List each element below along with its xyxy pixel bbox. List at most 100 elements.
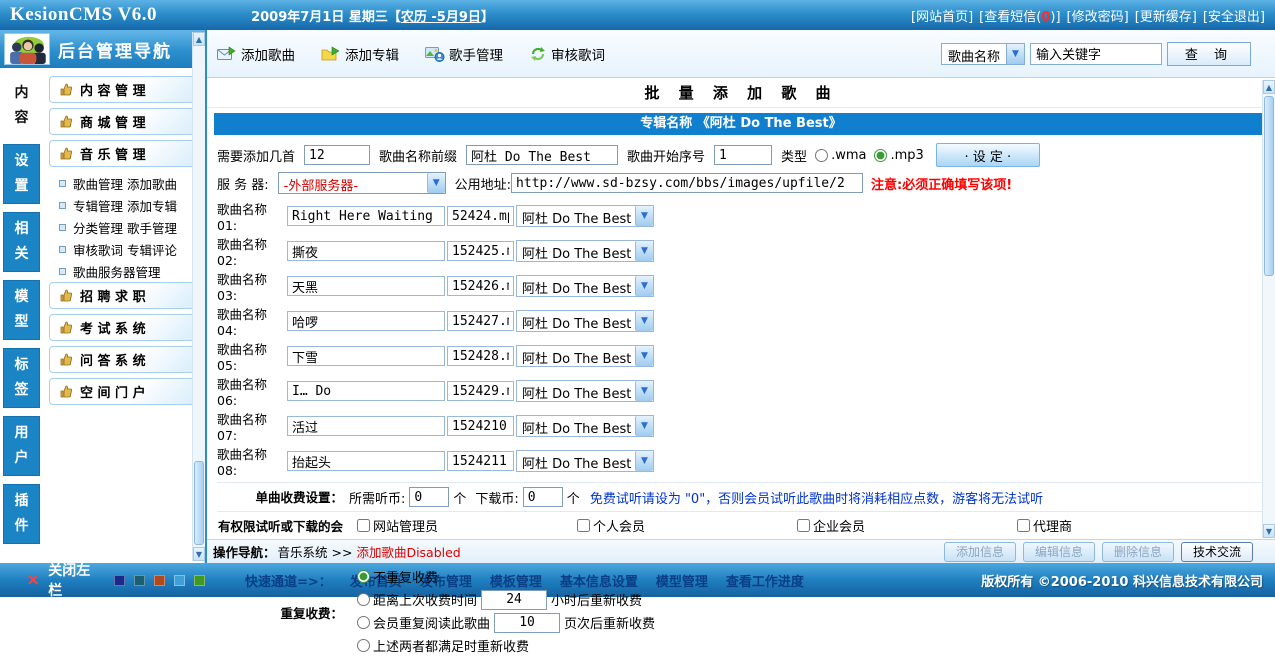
menu-music-manage[interactable]: 音 乐 管 理 <box>49 140 201 167</box>
search-keyword-input[interactable] <box>1030 43 1162 65</box>
listen-coin-input[interactable] <box>409 487 449 507</box>
song-album-select[interactable]: 阿杜 Do The Best▼ <box>516 275 654 297</box>
song-file-input[interactable] <box>447 206 514 226</box>
repeat-none-radio[interactable] <box>357 570 370 583</box>
song-name-input[interactable] <box>287 416 445 436</box>
scroll-down-icon[interactable]: ▼ <box>1263 524 1275 538</box>
menu-exam-system[interactable]: 考 试 系 统 <box>49 314 201 341</box>
view-sms-link[interactable]: [查看短信(0)] <box>979 6 1060 25</box>
menu-qa-system[interactable]: 问 答 系 统 <box>49 346 201 373</box>
add-info-button[interactable]: 添加信息 <box>944 542 1016 562</box>
song-file-input[interactable] <box>447 381 514 401</box>
song-album-select[interactable]: 阿杜 Do The Best▼ <box>516 415 654 437</box>
song-file-input[interactable] <box>447 241 514 261</box>
song-album-select[interactable]: 阿杜 Do The Best▼ <box>516 240 654 262</box>
song-album-select[interactable]: 阿杜 Do The Best▼ <box>516 205 654 227</box>
sidebar-tab-related[interactable]: 相关 <box>3 212 40 272</box>
song-album-select[interactable]: 阿杜 Do The Best▼ <box>516 450 654 472</box>
content-scroll-track[interactable] <box>1263 94 1275 524</box>
group-admin-checkbox[interactable] <box>357 519 370 532</box>
sidebar-tab-models[interactable]: 模型 <box>3 280 40 340</box>
sidebar-scroll-thumb[interactable] <box>194 461 204 545</box>
sidebar-tab-content[interactable]: 内容 <box>3 76 40 136</box>
song-count-input[interactable] <box>304 145 370 165</box>
toolbar-review-lyrics[interactable]: 审核歌词 <box>529 44 605 64</box>
search-query-button[interactable]: 查 询 <box>1167 42 1251 66</box>
refresh-cache-link[interactable]: [更新缓存] <box>1135 6 1197 25</box>
song-file-input[interactable] <box>447 311 514 331</box>
thumb-icon <box>59 321 72 334</box>
download-coin-input[interactable] <box>523 487 563 507</box>
close-left-panel-button[interactable]: 关闭左栏 <box>48 560 97 600</box>
repeat-both-radio[interactable] <box>357 639 370 652</box>
song-album-select[interactable]: 阿杜 Do The Best▼ <box>516 345 654 367</box>
menu-mall-manage[interactable]: 商 城 管 理 <box>49 108 201 135</box>
song-file-input[interactable] <box>447 451 514 471</box>
song-name-input[interactable] <box>287 346 445 366</box>
song-prefix-input[interactable] <box>466 145 618 165</box>
sidebar-tab-users[interactable]: 用户 <box>3 416 40 476</box>
sidebar-scroll-track[interactable] <box>193 46 205 547</box>
submenu-song-server-manage[interactable]: 歌曲服务器管理 <box>49 260 201 282</box>
repeat-pages-input[interactable] <box>494 613 560 633</box>
menu-recruitment[interactable]: 招 聘 求 职 <box>49 282 201 309</box>
change-password-link[interactable]: [修改密码] <box>1067 6 1129 25</box>
theme-swatch-navy[interactable] <box>114 575 125 586</box>
theme-swatch-orange[interactable] <box>154 575 165 586</box>
tech-support-button[interactable]: 技术交流 <box>1181 542 1253 562</box>
scroll-up-icon[interactable]: ▲ <box>193 32 205 46</box>
server-select[interactable]: -外部服务器- ▼ <box>278 172 446 194</box>
song-row-01: 歌曲名称01: 阿杜 Do The Best▼ <box>217 199 1275 233</box>
delete-info-button[interactable]: 删除信息 <box>1102 542 1174 562</box>
public-url-input[interactable] <box>511 173 863 193</box>
song-album-select[interactable]: 阿杜 Do The Best▼ <box>516 380 654 402</box>
search-field-select[interactable]: 歌曲名称 ▼ <box>941 43 1025 65</box>
site-home-link[interactable]: [网站首页] <box>911 6 973 25</box>
content-scrollbar[interactable]: ▲ ▼ <box>1262 80 1275 538</box>
lunar-date-link[interactable]: 农历 -5月9日 <box>401 10 481 25</box>
song-name-input[interactable] <box>287 206 445 226</box>
song-name-input[interactable] <box>287 381 445 401</box>
group-enterprise-checkbox[interactable] <box>797 519 810 532</box>
type-mp3-radio[interactable] <box>874 149 887 162</box>
theme-swatch-teal[interactable] <box>134 575 145 586</box>
content-scroll-thumb[interactable] <box>1264 96 1274 276</box>
submenu-review-lyrics-album-comments[interactable]: 审核歌词 专辑评论 <box>49 238 201 260</box>
submenu-category-singer-manage[interactable]: 分类管理 歌手管理 <box>49 216 201 238</box>
scroll-down-icon[interactable]: ▼ <box>193 547 205 561</box>
toolbar-singer-manage[interactable]: 歌手管理 <box>425 44 503 64</box>
song-name-input[interactable] <box>287 276 445 296</box>
group-personal-checkbox[interactable] <box>577 519 590 532</box>
repeat-time-radio[interactable] <box>357 593 370 606</box>
menu-content-manage[interactable]: 内 容 管 理 <box>49 76 201 103</box>
toolbar-add-album[interactable]: 添加专辑 <box>321 44 399 64</box>
song-file-input[interactable] <box>447 346 514 366</box>
edit-info-button[interactable]: 编辑信息 <box>1023 542 1095 562</box>
repeat-hours-input[interactable] <box>481 590 547 610</box>
type-wma-radio[interactable] <box>815 149 828 162</box>
close-icon[interactable]: × <box>26 572 40 589</box>
sidebar-tab-plugins[interactable]: 插件 <box>3 484 40 544</box>
song-name-input[interactable] <box>287 451 445 471</box>
sidebar-scrollbar[interactable]: ▲ ▼ <box>192 32 205 561</box>
song-file-input[interactable] <box>447 276 514 296</box>
menu-space-portal[interactable]: 空 间 门 户 <box>49 378 201 405</box>
song-album-select[interactable]: 阿杜 Do The Best▼ <box>516 310 654 332</box>
repeat-read-radio[interactable] <box>357 616 370 629</box>
sidebar-tab-settings[interactable]: 设置 <box>3 144 40 204</box>
logout-link[interactable]: [安全退出] <box>1203 6 1265 25</box>
theme-swatch-green[interactable] <box>194 575 205 586</box>
submenu-song-manage-add-song[interactable]: 歌曲管理 添加歌曲 <box>49 172 201 194</box>
scroll-up-icon[interactable]: ▲ <box>1263 80 1275 94</box>
sidebar-tab-labels[interactable]: 标签 <box>3 348 40 408</box>
thumb-icon <box>59 353 72 366</box>
group-agent-checkbox[interactable] <box>1017 519 1030 532</box>
toolbar-add-song[interactable]: 添加歌曲 <box>217 44 295 64</box>
theme-swatch-lightblue[interactable] <box>174 575 185 586</box>
set-button[interactable]: · 设 定 · <box>936 143 1040 167</box>
start-number-input[interactable] <box>714 145 772 165</box>
song-name-input[interactable] <box>287 241 445 261</box>
song-name-input[interactable] <box>287 311 445 331</box>
submenu-album-manage-add-album[interactable]: 专辑管理 添加专辑 <box>49 194 201 216</box>
song-file-input[interactable] <box>447 416 514 436</box>
